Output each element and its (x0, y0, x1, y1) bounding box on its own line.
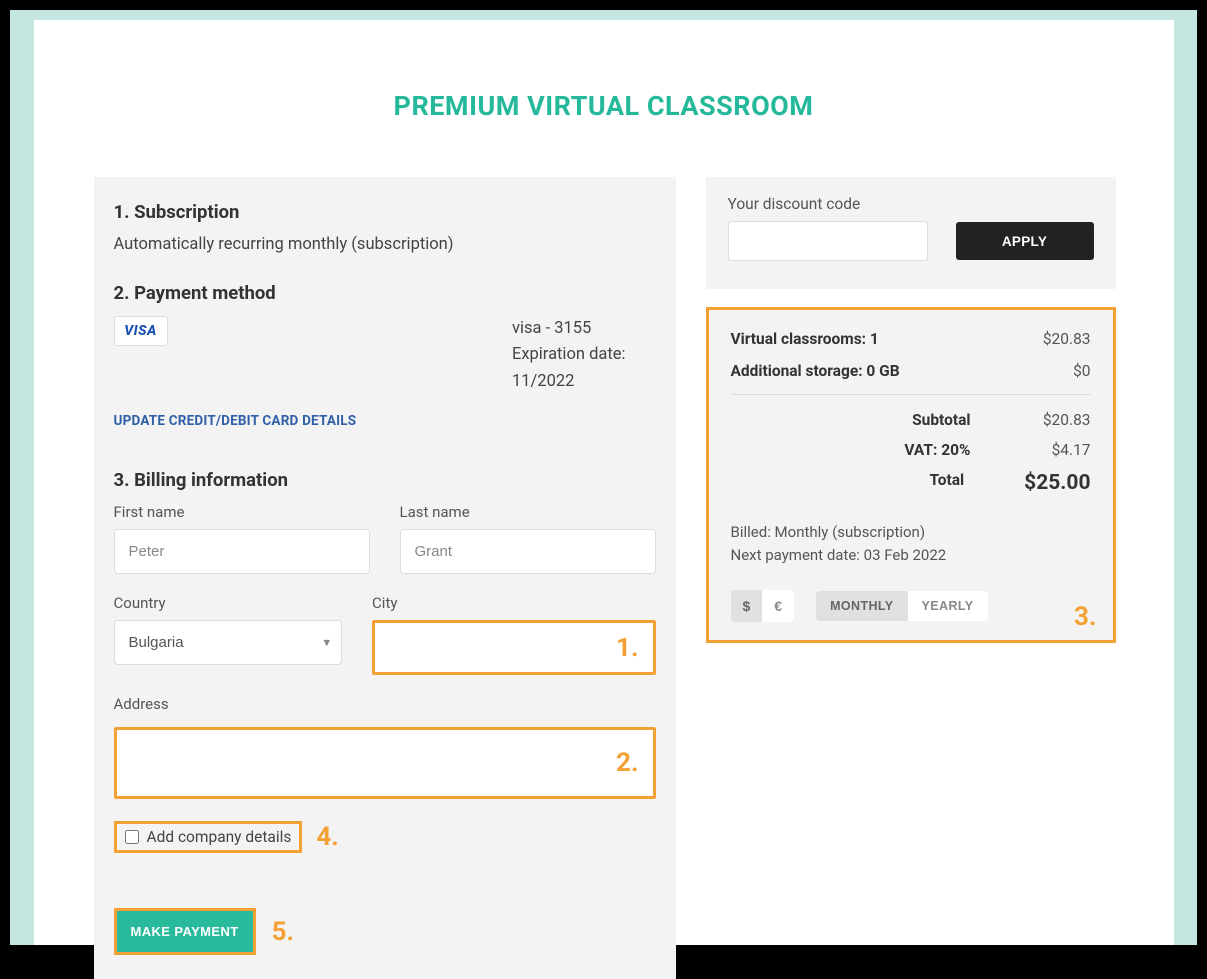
currency-eur-button[interactable]: € (762, 590, 794, 622)
make-payment-button[interactable]: MAKE PAYMENT (114, 908, 256, 955)
city-label: City (372, 594, 655, 612)
country-select[interactable]: Bulgaria (114, 620, 343, 665)
storage-label: Additional storage: 0 GB (731, 362, 900, 380)
discount-label: Your discount code (728, 195, 1094, 213)
callout-4: 4. (316, 822, 338, 852)
storage-value: $0 (1073, 362, 1090, 380)
country-label: Country (114, 594, 343, 612)
page-title: PREMIUM VIRTUAL CLASSROOM (94, 90, 1114, 122)
apply-button[interactable]: APPLY (956, 222, 1094, 260)
discount-input[interactable] (728, 221, 928, 261)
address-input-highlight: 2. (114, 727, 656, 799)
visa-icon: VISA (114, 316, 168, 346)
first-name-label: First name (114, 503, 370, 521)
subtotal-label: Subtotal (912, 411, 970, 429)
payment-heading: 2. Payment method (114, 282, 656, 304)
callout-1: 1. (602, 633, 652, 663)
currency-toggle: $ € (731, 590, 795, 622)
period-monthly-button[interactable]: MONTHLY (816, 591, 907, 621)
address-input[interactable] (117, 730, 603, 796)
billing-heading: 3. Billing information (114, 469, 656, 491)
card-expiration-value: 11/2022 (512, 369, 626, 395)
subscription-text: Automatically recurring monthly (subscri… (114, 235, 656, 254)
callout-3: 3. (1074, 602, 1096, 632)
first-name-input[interactable] (114, 529, 370, 574)
currency-usd-button[interactable]: $ (731, 590, 763, 622)
subtotal-value: $20.83 (1031, 411, 1091, 429)
last-name-label: Last name (400, 503, 656, 521)
vat-label: VAT: 20% (904, 441, 970, 459)
order-summary: Virtual classrooms: 1 $20.83 Additional … (706, 307, 1116, 643)
rooms-value: $20.83 (1043, 330, 1091, 348)
period-yearly-button[interactable]: YEARLY (908, 591, 988, 621)
total-label: Total (929, 471, 964, 495)
vat-value: $4.17 (1031, 441, 1091, 459)
card-summary: visa - 3155 (512, 316, 626, 342)
company-details-highlight: Add company details (114, 821, 303, 853)
period-toggle: MONTHLY YEARLY (816, 591, 987, 621)
company-details-checkbox[interactable] (125, 830, 139, 844)
company-details-label: Add company details (147, 828, 292, 846)
subscription-heading: 1. Subscription (114, 201, 656, 223)
discount-box: Your discount code APPLY (706, 177, 1116, 289)
callout-2: 2. (602, 748, 652, 778)
total-value: $25.00 (1024, 471, 1090, 495)
checkout-form: 1. Subscription Automatically recurring … (94, 177, 676, 979)
city-input-highlight: 1. (372, 620, 655, 675)
card-expiration-label: Expiration date: (512, 342, 626, 368)
card-info: visa - 3155 Expiration date: 11/2022 (512, 316, 656, 395)
billed-text: Billed: Monthly (subscription) (731, 521, 1091, 544)
address-label: Address (114, 695, 656, 713)
next-payment-text: Next payment date: 03 Feb 2022 (731, 544, 1091, 567)
update-card-link[interactable]: UPDATE CREDIT/DEBIT CARD DETAILS (114, 413, 656, 429)
callout-5: 5. (272, 917, 294, 947)
rooms-label: Virtual classrooms: 1 (731, 330, 879, 348)
city-input[interactable] (375, 623, 602, 672)
summary-divider (731, 394, 1091, 395)
last-name-input[interactable] (400, 529, 656, 574)
